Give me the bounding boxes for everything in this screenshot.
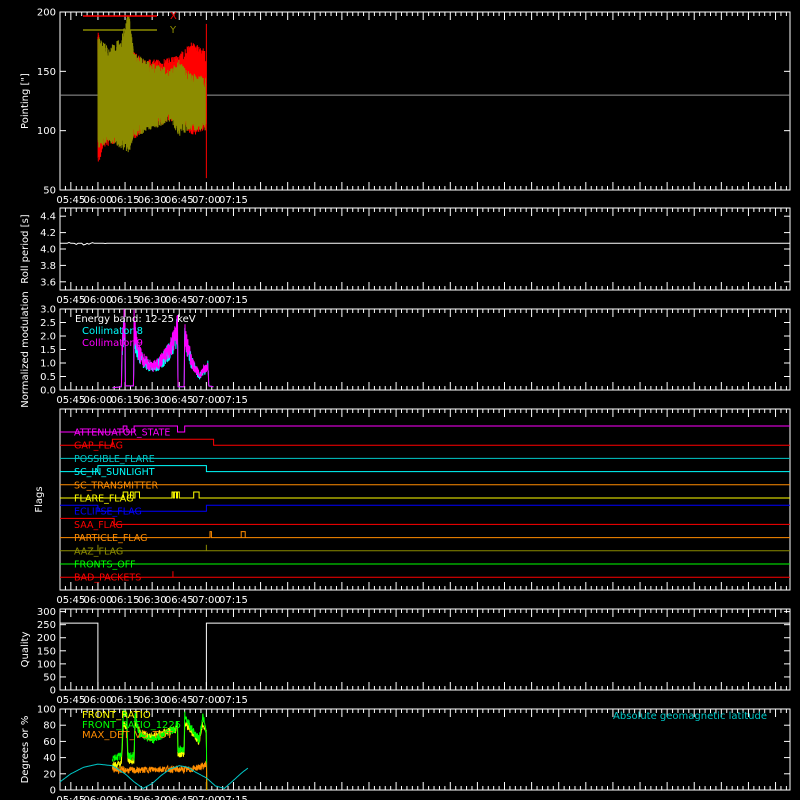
y-tick-label: 50 — [43, 186, 56, 197]
x-tick-label: 06:30 — [138, 395, 167, 406]
x-tick-label: 05:45 — [56, 795, 85, 800]
x-tick-label: 06:45 — [165, 595, 194, 606]
flag-label: SC_IN_SUNLIGHT — [74, 467, 155, 478]
flag-label: FRONTS_OFF — [74, 560, 136, 571]
flag-label: BAD_PACKETS — [74, 573, 141, 584]
modulation-legend-1: Collimator 9 — [82, 338, 143, 349]
modulation-legend-title: Energy band: 12-25 keV — [75, 314, 196, 325]
x-tick-label: 06:00 — [84, 695, 113, 706]
x-tick-label: 05:45 — [56, 295, 85, 306]
y-axis-title: Quality — [20, 632, 31, 668]
ratios-legend-2: MAX_DET_VS_TOT — [82, 730, 174, 741]
y-axis-title: Roll period [s] — [20, 214, 31, 283]
y-tick-label: 3.0 — [40, 305, 56, 316]
y-tick-label: 40 — [43, 753, 56, 764]
flag-label: GAP_FLAG — [74, 441, 123, 452]
y-tick-label: 4.4 — [40, 212, 56, 223]
x-tick-label: 06:45 — [165, 695, 194, 706]
y-tick-label: 300 — [37, 607, 56, 618]
x-tick-label: 06:45 — [165, 395, 194, 406]
flag-label: ATTENUATOR_STATE — [74, 428, 170, 439]
x-tick-label: 06:45 — [165, 195, 194, 206]
y-tick-label: 60 — [43, 737, 56, 748]
x-tick-label: 06:15 — [111, 195, 140, 206]
x-tick-label: 07:15 — [219, 295, 248, 306]
modulation-legend-0: Collimator 8 — [82, 326, 143, 337]
legend-label-1: Y — [169, 25, 177, 36]
flag-label: SC_TRANSMITTER — [74, 480, 159, 491]
y-tick-label: 0.0 — [40, 386, 56, 397]
y-tick-label: 3.6 — [40, 277, 56, 288]
y-tick-label: 200 — [37, 8, 56, 19]
y-tick-label: 1.0 — [40, 359, 56, 370]
x-tick-label: 07:00 — [192, 795, 221, 800]
x-tick-label: 07:00 — [192, 395, 221, 406]
flag-label: AAZ_FLAG — [74, 546, 123, 557]
x-tick-label: 06:30 — [138, 595, 167, 606]
x-tick-label: 06:45 — [165, 795, 194, 800]
x-tick-label: 05:45 — [56, 695, 85, 706]
x-tick-label: 06:30 — [138, 195, 167, 206]
y-tick-label: 150 — [37, 67, 56, 78]
x-tick-label: 05:45 — [56, 395, 85, 406]
x-tick-label: 06:00 — [84, 295, 113, 306]
y-tick-label: 80 — [43, 721, 56, 732]
x-tick-label: 07:00 — [192, 295, 221, 306]
x-tick-label: 06:00 — [84, 395, 113, 406]
y-tick-label: 4.0 — [40, 245, 56, 256]
x-tick-label: 07:15 — [219, 595, 248, 606]
y-axis-title: Flags — [34, 486, 45, 512]
y-tick-label: 150 — [37, 646, 56, 657]
y-tick-label: 2.5 — [40, 318, 56, 329]
x-tick-label: 07:15 — [219, 195, 248, 206]
y-axis-title: Pointing ["] — [20, 73, 31, 129]
y-tick-label: 100 — [37, 705, 56, 716]
flag-label: SAA_FLAG — [74, 520, 123, 531]
x-tick-label: 06:00 — [84, 195, 113, 206]
x-tick-label: 06:00 — [84, 795, 113, 800]
y-tick-label: 0.5 — [40, 372, 56, 383]
y-tick-label: 20 — [43, 769, 56, 780]
x-tick-label: 07:00 — [192, 195, 221, 206]
y-tick-label: 0 — [50, 786, 56, 797]
x-tick-label: 06:15 — [111, 595, 140, 606]
x-tick-label: 06:30 — [138, 795, 167, 800]
x-tick-label: 06:15 — [111, 295, 140, 306]
y-tick-label: 4.2 — [40, 228, 56, 239]
x-tick-label: 06:30 — [138, 695, 167, 706]
x-tick-label: 07:15 — [219, 395, 248, 406]
y-tick-label: 50 — [43, 672, 56, 683]
y-tick-label: 0 — [50, 686, 56, 697]
x-tick-label: 07:15 — [219, 695, 248, 706]
y-axis-title: Degrees or % — [20, 716, 31, 784]
x-tick-label: 07:00 — [192, 695, 221, 706]
flag-label: ECLIPSE_FLAG — [74, 507, 142, 518]
ratios-legend-3: Absolute geomagnetic latitude — [613, 711, 767, 722]
y-axis-title: Normalized modulation — [20, 291, 31, 408]
x-tick-label: 05:45 — [56, 195, 85, 206]
y-tick-label: 1.5 — [40, 345, 56, 356]
y-tick-label: 200 — [37, 633, 56, 644]
legend-label-0: X — [170, 11, 177, 22]
x-tick-label: 07:15 — [219, 795, 248, 800]
y-tick-label: 3.8 — [40, 261, 56, 272]
x-tick-label: 05:45 — [56, 595, 85, 606]
x-tick-label: 06:30 — [138, 295, 167, 306]
flag-label: FLARE_FLAG — [74, 494, 134, 505]
flag-label: POSSIBLE_FLARE — [74, 454, 155, 465]
x-tick-label: 06:15 — [111, 395, 140, 406]
stix-quicklook-chart: 05:4506:0006:1506:3006:4507:0007:1550100… — [0, 0, 800, 800]
y-tick-label: 100 — [37, 126, 56, 137]
x-tick-label: 06:15 — [111, 795, 140, 800]
x-tick-label: 06:00 — [84, 595, 113, 606]
x-tick-label: 06:15 — [111, 695, 140, 706]
x-tick-label: 06:45 — [165, 295, 194, 306]
x-tick-label: 07:00 — [192, 595, 221, 606]
y-tick-label: 250 — [37, 620, 56, 631]
flag-label: PARTICLE_FLAG — [74, 533, 147, 544]
y-tick-label: 2.0 — [40, 332, 56, 343]
y-tick-label: 100 — [37, 659, 56, 670]
